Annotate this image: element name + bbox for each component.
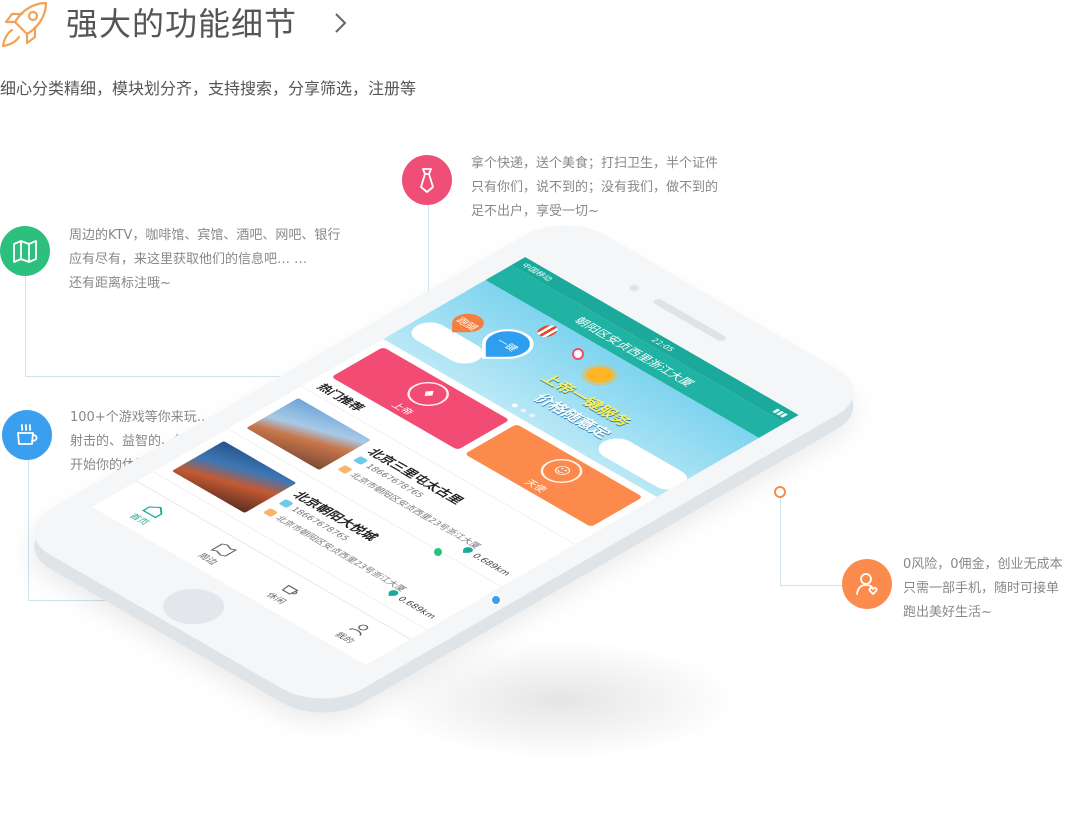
place-distance: 0.689km [384,589,438,621]
location-pin-icon [388,590,399,596]
guide-line-nearby-v [25,272,26,376]
user-icon [856,573,878,595]
phone-icon [352,456,369,465]
courier-feature-icon [842,559,892,609]
nearby-line-3: 还有距离标注哦~ [69,276,171,291]
page-subtitle: 细心分类精细，模块划分齐，支持搜索，分享筛选，注册等 [0,79,417,98]
map-icon [13,240,37,263]
courier-feature-text: 0风险，0佣金，创业无成本 只需一部手机，随时可接单 跑出美好生活~ [903,553,1063,625]
courier-line-2: 只需一部手机，随时可接单 [903,581,1060,596]
connector-dot-leisure [490,594,502,606]
nearby-feature-text: 周边的KTV，咖啡馆、宾馆、酒吧、网吧、银行 应有尽有，来这里获取他们的信息吧…… [69,224,340,296]
location-pin-icon [463,547,474,553]
leisure-feature-icon [2,410,52,460]
courier-line-1: 0风险，0佣金，创业无成本 [903,557,1063,572]
courier-line-3: 跑出美好生活~ [903,605,992,620]
nearby-line-2: 应有尽有，来这里获取他们的信息吧… … [69,252,308,267]
nearby-line-1: 周边的KTV，咖啡馆、宾馆、酒吧、网吧、银行 [69,228,341,243]
guide-line-courier-v [780,490,781,586]
address-icon [337,465,353,474]
tie-icon [420,168,434,193]
nearby-feature-icon [0,226,50,276]
errand-feature-text: 拿个快递，送个美食；打扫卫生，半个证件 只有你们，说不到的；没有我们，做不到的 … [471,152,718,224]
balloon-decoration [533,323,562,339]
errand-line-3: 足不出户，享受一切~ [471,204,599,219]
connector-dot-nearby [432,546,444,558]
connector-dot-errand [572,348,584,360]
phone-shadow [380,640,740,760]
coffee-icon [17,424,38,445]
pin-errand: 跑腿 [452,313,484,333]
phone-icon [278,499,294,508]
errand-line-1: 拿个快递，送个美食；打扫卫生，半个证件 [471,156,719,171]
chevron-right-icon[interactable] [332,10,350,36]
connector-dot-courier [774,486,786,498]
phone-camera [627,284,642,292]
phone-speaker [651,298,728,342]
banner-pager [510,403,537,418]
errand-feature-icon [402,155,452,205]
address-icon [262,508,279,517]
page-title: 强大的功能细节 [66,5,298,43]
rocket-icon [1,1,48,48]
phone-home-button [150,581,237,632]
guide-line-leisure-v [28,458,29,600]
pin-onekey: 一键 [482,329,534,359]
guide-line-courier-h [780,585,842,586]
errand-line-2: 只有你们，说不到的；没有我们，做不到的 [471,180,719,195]
sun-decoration [580,364,619,386]
